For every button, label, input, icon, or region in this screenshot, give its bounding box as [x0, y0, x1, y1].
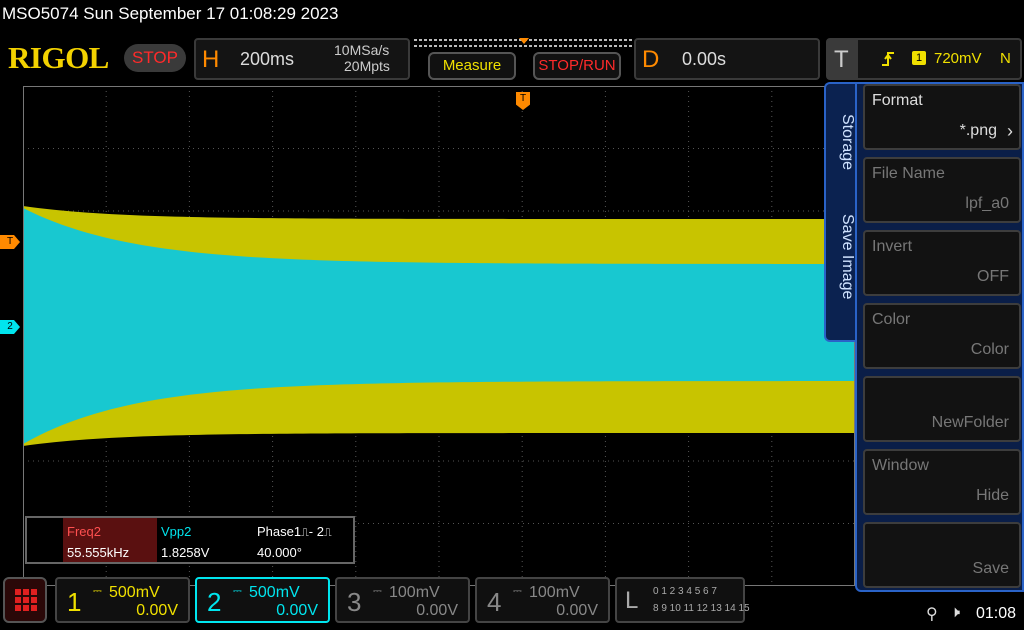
memory-depth: 20Mpts: [344, 58, 390, 74]
channel4-offset: 0.00V: [556, 602, 598, 619]
tab-storage[interactable]: Storage: [826, 114, 856, 170]
channel2-panel[interactable]: 2 ⎓ 500mV 0.00V: [195, 577, 330, 623]
horizontal-letter: H: [202, 46, 220, 73]
dc-coupling-icon: ⎓: [233, 585, 242, 597]
menu-invert[interactable]: Invert OFF: [863, 230, 1021, 296]
speaker-mute-icon[interactable]: 🕨: [950, 604, 960, 622]
menu-label: File Name: [872, 165, 945, 182]
channel1-number: 1: [67, 587, 82, 617]
channel2-number: 2: [207, 587, 222, 617]
waveform-display[interactable]: [23, 86, 855, 586]
menu-value: Save: [972, 560, 1009, 577]
rising-edge-icon: ⎍: [323, 527, 332, 539]
run-state-badge[interactable]: STOP: [124, 44, 186, 72]
menu-file-name[interactable]: File Name lpf_a0: [863, 157, 1021, 223]
logic-panel[interactable]: L 0 1 2 3 4 5 6 7 8 9 10 11 12 13 14 15: [615, 577, 750, 623]
menu-value: *.png: [959, 122, 997, 139]
home-menu-button[interactable]: [3, 577, 47, 623]
delay-letter: D: [642, 46, 660, 73]
phase-label: Phase1⎍- 2⎍: [257, 524, 332, 539]
channel1-panel[interactable]: 1 ⎓ 500mV 0.00V: [55, 577, 190, 623]
trigger-level-marker[interactable]: T: [0, 235, 20, 249]
measurement-panel[interactable]: Freq2 55.555kHz Vpp2 1.8258V Phase1⎍- 2⎍…: [25, 516, 355, 564]
menu-label: Color: [872, 311, 911, 328]
channel3-scale: 100mV: [389, 584, 440, 601]
delay-panel[interactable]: D 0.00s: [634, 38, 820, 80]
menu-value: Hide: [976, 487, 1009, 504]
menu-label: Window: [872, 457, 929, 474]
rising-edge-icon: ⎍: [301, 527, 309, 539]
channel1-offset: 0.00V: [136, 602, 178, 619]
clock-time: 01:08: [976, 605, 1017, 622]
menu-value: lpf_a0: [965, 195, 1009, 212]
dc-coupling-icon: ⎓: [373, 585, 382, 597]
channel3-offset: 0.00V: [416, 602, 458, 619]
logic-channels-row2: 8 9 10 11 12 13 14 15: [653, 603, 750, 614]
device-title: MSO5074 Sun September 17 01:08:29 2023: [2, 4, 339, 23]
trigger-source: 1: [912, 51, 926, 65]
phase-value: 40.000°: [257, 545, 302, 560]
trigger-letter: T: [834, 46, 849, 73]
rigol-logo: RIGOL: [8, 40, 109, 75]
menu-label: Format: [872, 92, 923, 109]
measure-button[interactable]: Measure: [428, 52, 516, 80]
vpp-value: 1.8258V: [161, 545, 210, 560]
dc-coupling-icon: ⎓: [93, 585, 102, 597]
menu-value: OFF: [977, 268, 1009, 285]
channel4-panel[interactable]: 4 ⎓ 100mV 0.00V: [475, 577, 610, 623]
memory-overview-bar: [414, 38, 634, 47]
trigger-panel[interactable]: T 1 720mV N: [826, 38, 1022, 80]
sample-rate: 10MSa/s: [334, 42, 390, 58]
menu-color[interactable]: Color Color: [863, 303, 1021, 369]
menu-window[interactable]: Window Hide: [863, 449, 1021, 515]
vpp-label: Vpp2: [161, 524, 192, 539]
logic-channels-row1: 0 1 2 3 4 5 6 7: [653, 586, 717, 597]
channel4-number: 4: [487, 587, 502, 617]
delay-value: 0.00s: [682, 49, 727, 69]
freq-value: 55.555kHz: [67, 545, 130, 560]
horizontal-panel[interactable]: H 200ms 10MSa/s 20Mpts: [194, 38, 410, 80]
menu-label: Invert: [872, 238, 913, 255]
channel2-scale: 500mV: [249, 584, 300, 601]
grid-menu-icon: [15, 589, 37, 611]
rising-edge-icon: [882, 52, 894, 66]
timebase-value: 200ms: [240, 49, 295, 69]
channel2-offset: 0.00V: [276, 602, 318, 619]
channel4-scale: 100mV: [529, 584, 580, 601]
usb-icon: ⚲: [926, 606, 938, 623]
channel3-panel[interactable]: 3 ⎓ 100mV 0.00V: [335, 577, 470, 623]
stop-run-button[interactable]: STOP/RUN: [533, 52, 621, 80]
channel3-number: 3: [347, 587, 362, 617]
menu-new-folder[interactable]: NewFolder: [863, 376, 1021, 442]
trigger-mode: N: [1000, 50, 1011, 67]
freq-label: Freq2: [67, 524, 101, 539]
menu-format[interactable]: Format *.png ›: [863, 84, 1021, 150]
logic-letter: L: [625, 587, 639, 614]
menu-save[interactable]: Save: [863, 522, 1021, 588]
softkey-menu: Format *.png › File Name lpf_a0 Invert O…: [855, 82, 1024, 592]
chevron-right-icon: ›: [1007, 121, 1013, 141]
menu-value: NewFolder: [931, 414, 1009, 431]
dc-coupling-icon: ⎓: [513, 585, 522, 597]
channel1-scale: 500mV: [109, 584, 160, 601]
tab-save-image[interactable]: Save Image: [826, 214, 856, 299]
menu-value: Color: [970, 341, 1009, 358]
trigger-level: 720mV: [934, 50, 982, 67]
channel2-offset-marker[interactable]: 2: [0, 320, 20, 334]
